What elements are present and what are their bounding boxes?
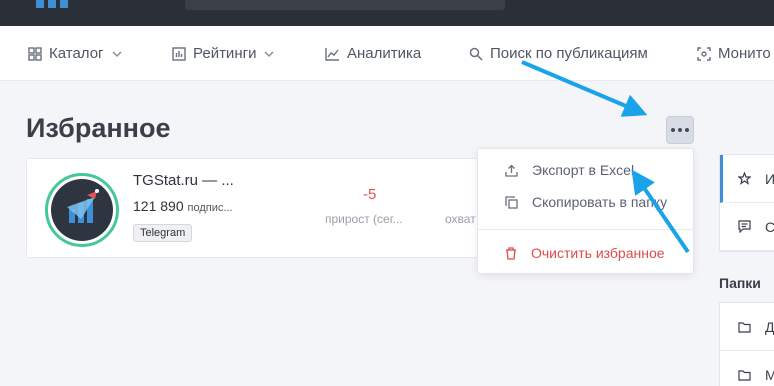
export-label: Экспорт в Excel	[532, 162, 635, 178]
clear-favorites-item[interactable]: Очистить избранное	[478, 238, 693, 268]
folder-label: Д	[765, 318, 774, 335]
folder-icon	[738, 321, 751, 333]
nav-item-analytics[interactable]: Аналитика	[325, 26, 421, 81]
grid-icon	[28, 46, 42, 61]
channel-card[interactable]: TGStat.ru — ... 121 890 подпис... Telegr…	[26, 158, 516, 258]
subscriber-value: 121 890	[133, 198, 184, 214]
upload-icon	[505, 164, 518, 177]
menu-divider	[478, 229, 693, 230]
search-icon	[469, 47, 483, 61]
nav-label: Монито	[718, 45, 771, 62]
folders-list: Д М	[719, 302, 774, 386]
trash-icon	[506, 246, 516, 260]
clear-label: Очистить избранное	[531, 245, 665, 261]
nav-label: Поиск по публикациям	[490, 45, 648, 62]
nav-label: Каталог	[49, 45, 104, 62]
copy-label: Скопировать в папку	[532, 194, 668, 210]
line-chart-icon	[325, 47, 339, 61]
page-title: Избранное	[26, 113, 171, 143]
comment-icon	[738, 220, 751, 233]
nav-item-post-search[interactable]: Поиск по публикациям	[469, 26, 648, 81]
folder-item[interactable]: М	[720, 351, 774, 386]
chevron-down-icon	[112, 50, 122, 57]
sidebar-item-comments[interactable]: С	[720, 203, 774, 251]
top-bar	[0, 0, 774, 26]
copy-to-folder-item[interactable]: Скопировать в папку	[478, 187, 693, 217]
tgstat-logo	[51, 179, 113, 241]
folders-heading: Папки	[719, 275, 761, 291]
logo[interactable]	[36, 0, 68, 8]
nav-item-monitoring[interactable]: Монито	[697, 26, 771, 81]
global-search-input[interactable]	[185, 0, 505, 10]
sidebar-item-favorites[interactable]: И	[720, 155, 774, 203]
star-icon	[738, 172, 751, 185]
bar-chart-icon	[172, 46, 186, 61]
folder-label: М	[765, 366, 774, 383]
main-nav: Каталог Рейтинги Аналитика Поиск по публ…	[0, 26, 774, 81]
channel-avatar[interactable]	[45, 173, 119, 247]
growth-label: прирост (сег...	[325, 212, 403, 226]
platform-tag: Telegram	[133, 224, 193, 242]
export-excel-item[interactable]: Экспорт в Excel	[478, 155, 693, 185]
subscriber-label: подпис...	[187, 202, 233, 214]
dot	[678, 128, 682, 132]
nav-label: Рейтинги	[193, 45, 257, 62]
folder-icon	[738, 369, 751, 381]
sidebar-label: С	[765, 218, 774, 235]
nav-label: Аналитика	[347, 45, 422, 62]
favorites-sidebar: И С	[719, 154, 774, 252]
dot	[671, 128, 675, 132]
options-dropdown-menu: Экспорт в Excel Скопировать в папку Очис…	[477, 148, 694, 274]
folder-item[interactable]: Д	[720, 303, 774, 351]
reach-label: охват	[445, 212, 476, 226]
subscriber-count: 121 890 подпис...	[133, 198, 233, 214]
sidebar-label: И	[765, 170, 774, 187]
dot	[685, 128, 689, 132]
channel-title[interactable]: TGStat.ru — ...	[133, 172, 234, 189]
copy-icon	[505, 195, 518, 209]
growth-value: -5	[363, 186, 377, 203]
more-options-button[interactable]	[666, 116, 694, 144]
nav-item-ratings[interactable]: Рейтинги	[172, 26, 275, 81]
nav-item-catalog[interactable]: Каталог	[28, 26, 123, 81]
chevron-down-icon	[264, 50, 274, 57]
monitor-icon	[697, 46, 711, 61]
